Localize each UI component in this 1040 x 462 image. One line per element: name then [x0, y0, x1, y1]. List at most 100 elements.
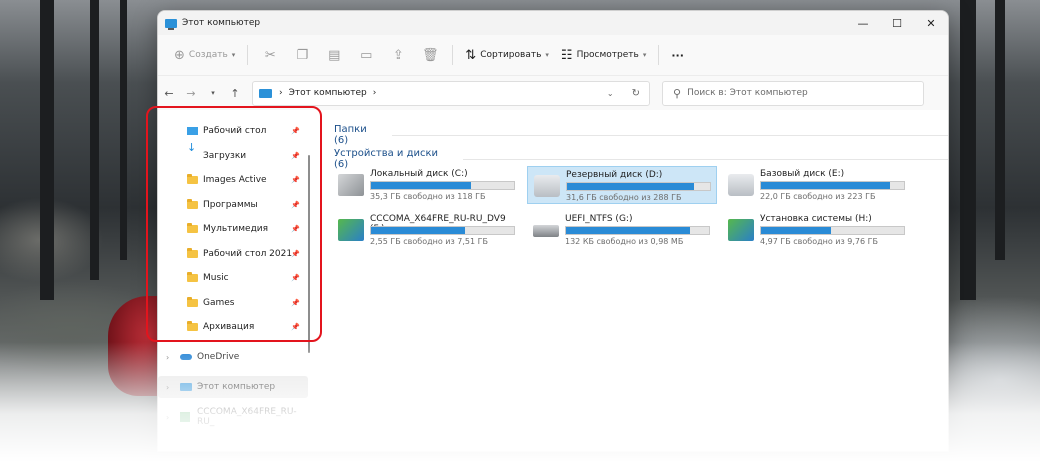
plus-circle-icon: ⊕: [174, 47, 185, 63]
sidebar-item-label: Этот компьютер: [197, 382, 276, 392]
address-row: ← → ▾ ↑ › Этот компьютер › ⌄ ↻ ⚲ Поиск в…: [158, 76, 948, 110]
content-area: Папки (6) Устройства и диски (6) Локальн…: [328, 110, 948, 451]
drive-tile[interactable]: Установка системы (H:) 4,97 ГБ свободно и…: [722, 211, 912, 249]
sidebar-item-label: OneDrive: [197, 352, 240, 362]
close-button[interactable]: ✕: [914, 11, 948, 35]
drive-tile[interactable]: Базовый диск (E:) 22,0 ГБ свободно из 223…: [722, 166, 912, 204]
up-arrow-icon[interactable]: ↑: [224, 87, 246, 100]
chevron-down-icon: ▾: [231, 51, 236, 59]
delete-button[interactable]: 🗑: [414, 42, 446, 68]
drive-tile[interactable]: UEFI_NTFS (G:) 132 КБ свободно из 0,98 МБ: [527, 211, 717, 249]
drive-name: Установка системы (H:): [760, 214, 872, 224]
toolbar-divider: [452, 45, 454, 65]
search-placeholder: Поиск в: Этот компьютер: [687, 88, 808, 98]
title-bar[interactable]: Этот компьютер — ☐ ✕: [158, 11, 948, 35]
maximize-button[interactable]: ☐: [880, 11, 914, 35]
breadcrumb-separator: ›: [279, 88, 283, 98]
rename-icon: ▭: [360, 47, 373, 63]
expand-chevron-icon[interactable]: ›: [166, 383, 169, 392]
copy-button[interactable]: ❐: [286, 42, 318, 68]
new-button[interactable]: ⊕ Создать ▾: [168, 42, 241, 68]
sidebar-item-label: CCCOMA_X64FRE_RU-RU_: [197, 407, 297, 427]
drive-usage-fill: [567, 183, 695, 190]
drive-free-space: 4,97 ГБ свободно из 9,76 ГБ: [760, 237, 879, 246]
onedrive-cloud-icon: [180, 354, 192, 360]
chevron-down-icon: ▾: [642, 51, 647, 59]
usb-drive-icon: [180, 412, 190, 422]
share-icon: ⇪: [392, 47, 404, 63]
clipboard-icon: ▤: [328, 47, 341, 63]
cut-button[interactable]: ✂: [254, 42, 286, 68]
refresh-icon[interactable]: ↻: [632, 88, 640, 99]
back-arrow-icon[interactable]: ←: [158, 87, 180, 100]
minimize-button[interactable]: —: [846, 11, 880, 35]
command-bar: ⊕ Создать ▾ ✂ ❐ ▤ ▭ ⇪ 🗑 ⇅ Сортировать ▾ …: [158, 35, 948, 76]
drive-free-space: 31,6 ГБ свободно из 288 ГБ: [566, 193, 682, 202]
drive-tile[interactable]: Локальный диск (C:) 35,3 ГБ свободно из 1…: [332, 166, 522, 204]
folders-header[interactable]: Папки (6): [334, 124, 384, 146]
expand-chevron-icon[interactable]: ›: [166, 413, 169, 422]
hard-drive-icon: [728, 174, 754, 196]
expand-chevron-icon[interactable]: ›: [166, 353, 169, 362]
this-pc-icon: [180, 383, 192, 391]
sidebar-item-this-pc[interactable]: › Этот компьютер: [158, 376, 308, 398]
usb-drive-icon: [533, 225, 559, 237]
share-button[interactable]: ⇪: [382, 42, 414, 68]
drive-name: UEFI_NTFS (G:): [565, 214, 633, 224]
drive-usage-bar: [565, 226, 710, 235]
copy-icon: ❐: [296, 47, 309, 63]
sidebar-item-usb[interactable]: › CCCOMA_X64FRE_RU-RU_: [158, 406, 308, 428]
drive-tile[interactable]: CCCOMA_X64FRE_RU-RU_DV9 (F:)2,55 ГБ своб…: [332, 211, 522, 249]
new-label: Создать: [188, 50, 228, 60]
this-pc-icon: [259, 88, 272, 98]
drive-usage-bar: [760, 226, 905, 235]
highlight-frame: [146, 106, 322, 342]
drive-tile[interactable]: Резервный диск (D:) 31,6 ГБ свободно из 2…: [527, 166, 717, 204]
forward-arrow-icon[interactable]: →: [180, 87, 202, 100]
drive-name: Резервный диск (D:): [566, 170, 663, 180]
drive-usage-bar: [370, 181, 515, 190]
view-button[interactable]: ☷ Просмотреть ▾: [555, 42, 652, 68]
address-dropdown-icon[interactable]: ⌄: [607, 89, 614, 98]
sort-label: Сортировать: [480, 50, 542, 60]
drive-usage-fill: [761, 182, 890, 189]
group-divider: [391, 134, 948, 136]
address-bar[interactable]: › Этот компьютер › ⌄ ↻: [252, 80, 650, 106]
folders-group[interactable]: Папки (6): [334, 124, 948, 146]
rename-button[interactable]: ▭: [350, 42, 382, 68]
drive-usage-bar: [370, 226, 515, 235]
paste-button[interactable]: ▤: [318, 42, 350, 68]
breadcrumb-this-pc[interactable]: Этот компьютер: [289, 88, 367, 98]
more-options-button[interactable]: ···: [665, 42, 690, 68]
drive-usage-fill: [371, 227, 466, 234]
chevron-down-icon: ▾: [545, 51, 549, 59]
recent-chevron-icon[interactable]: ▾: [202, 89, 224, 97]
setup-drive-icon: [728, 219, 754, 241]
drive-free-space: 22,0 ГБ свободно из 223 ГБ: [760, 192, 876, 201]
drive-free-space: 35,3 ГБ свободно из 118 ГБ: [370, 192, 486, 201]
sort-arrows-icon: ⇅: [465, 47, 477, 63]
drive-free-space: 132 КБ свободно из 0,98 МБ: [565, 237, 684, 246]
backup-drive-icon: [534, 175, 560, 197]
drive-usage-fill: [371, 182, 472, 189]
window-title: Этот компьютер: [182, 18, 261, 28]
search-icon: ⚲: [673, 86, 682, 100]
this-pc-icon: [165, 18, 177, 30]
drive-usage-fill: [761, 227, 832, 234]
drive-free-space: 2,55 ГБ свободно из 7,51 ГБ: [370, 237, 489, 246]
drive-name: Локальный диск (C:): [370, 169, 468, 179]
trash-icon: 🗑: [422, 47, 439, 63]
windows-drive-icon: [338, 174, 364, 196]
toolbar-divider: [247, 45, 249, 65]
drive-name: Базовый диск (E:): [760, 169, 845, 179]
setup-drive-icon: [338, 219, 364, 241]
sort-button[interactable]: ⇅ Сортировать ▾: [459, 42, 555, 68]
drive-usage-bar: [760, 181, 905, 190]
toolbar-divider: [658, 45, 660, 65]
group-divider: [463, 158, 948, 160]
sidebar-item-onedrive[interactable]: › OneDrive: [158, 346, 308, 368]
drive-usage-bar: [566, 182, 711, 191]
breadcrumb-separator[interactable]: ›: [373, 88, 377, 98]
view-label: Просмотреть: [576, 50, 639, 60]
search-box[interactable]: ⚲ Поиск в: Этот компьютер: [662, 80, 924, 106]
